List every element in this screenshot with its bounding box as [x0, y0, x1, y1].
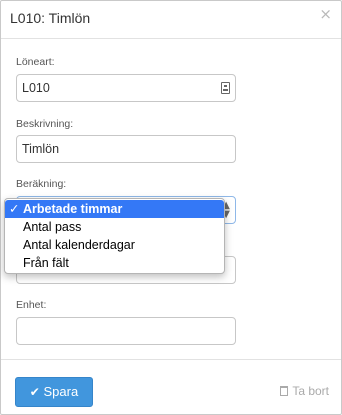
option-label: Antal kalenderdagar: [23, 238, 135, 252]
option-label: Antal pass: [23, 220, 82, 234]
loneart-label: Löneart:: [16, 56, 55, 68]
loneart-value: L010: [22, 81, 50, 95]
delete-label: Ta bort: [292, 384, 329, 398]
check-icon: ✔: [29, 385, 40, 399]
dialog-footer: ✔ Spara Ta bort: [1, 359, 341, 415]
dialog-header: L010: Timlön ×: [1, 1, 341, 39]
berakning-dropdown-menu: ✓ Arbetade timmar Antal pass Antal kalend…: [4, 198, 225, 274]
close-icon[interactable]: ×: [319, 5, 332, 23]
checkmark-icon: ✓: [9, 201, 20, 216]
save-label: Spara: [43, 384, 79, 399]
loneart-input[interactable]: L010: [16, 74, 236, 102]
dialog-title: L010: Timlön: [10, 10, 91, 26]
option-label: Från fält: [23, 256, 69, 270]
delete-button[interactable]: Ta bort: [280, 384, 329, 398]
trash-icon: [280, 386, 289, 396]
berakning-label: Beräkning:: [16, 178, 67, 190]
save-button[interactable]: ✔ Spara: [15, 377, 93, 407]
option-label: Arbetade timmar: [23, 202, 123, 216]
beskrivning-label: Beskrivning:: [16, 118, 74, 130]
beskrivning-value: Timlön: [22, 142, 60, 156]
option-antal-pass[interactable]: Antal pass: [5, 218, 224, 236]
beskrivning-input[interactable]: Timlön: [16, 135, 236, 163]
enhet-input[interactable]: [16, 317, 236, 345]
option-arbetade-timmar[interactable]: ✓ Arbetade timmar: [5, 200, 224, 218]
option-fran-falt[interactable]: Från fält: [5, 254, 224, 272]
contact-card-icon[interactable]: [221, 82, 230, 94]
enhet-label: Enhet:: [16, 299, 47, 311]
option-antal-kalenderdagar[interactable]: Antal kalenderdagar: [5, 236, 224, 254]
